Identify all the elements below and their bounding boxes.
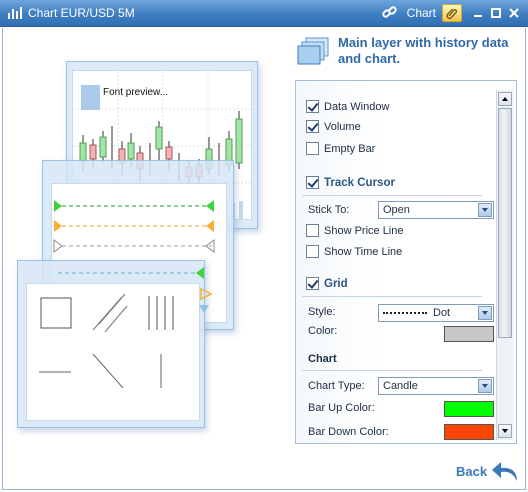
bar-up-color-label: Bar Up Color: xyxy=(308,402,375,414)
dot-line-sample xyxy=(383,312,427,315)
chevron-down-icon[interactable] xyxy=(478,379,492,393)
paperclip-icon[interactable] xyxy=(442,4,462,22)
show-price-line-label: Show Price Line xyxy=(324,224,404,237)
style-select[interactable]: Dot xyxy=(378,304,494,322)
stick-to-value: Open xyxy=(383,204,410,216)
link-icon[interactable] xyxy=(381,4,399,22)
orange-arrow-marker xyxy=(200,288,213,300)
grid-divider xyxy=(302,296,482,297)
scroll-down-button[interactable] xyxy=(498,424,512,438)
title-bar: Chart EUR/USD 5M Chart xyxy=(0,0,528,27)
empty-bar-checkbox[interactable] xyxy=(306,142,319,155)
track-cursor-divider xyxy=(302,195,482,196)
window-title: Chart EUR/USD 5M xyxy=(28,6,135,20)
grid-color-swatch[interactable] xyxy=(444,326,494,342)
title-mode-label[interactable]: Chart xyxy=(407,6,436,20)
minimize-icon[interactable] xyxy=(470,5,486,21)
drawing-tools-preview xyxy=(39,293,174,389)
show-time-line-label: Show Time Line xyxy=(324,245,403,258)
show-price-line-checkbox[interactable] xyxy=(306,224,319,237)
font-color-swatch xyxy=(81,85,100,110)
chart-type-select[interactable]: Candle xyxy=(378,377,494,395)
back-arrow-icon xyxy=(492,462,518,481)
bar-down-color-label: Bar Down Color: xyxy=(308,426,389,438)
font-preview-label: Font preview... xyxy=(103,87,169,98)
chart-type-value: Candle xyxy=(383,380,418,392)
show-time-line-option[interactable]: Show Time Line xyxy=(306,245,402,258)
settings-panel: Data Window Volume Empty Bar Track Curso… xyxy=(295,80,517,444)
chart-type-label: Chart Type: xyxy=(308,380,365,392)
volume-option[interactable]: Volume xyxy=(306,120,361,133)
show-time-line-checkbox[interactable] xyxy=(306,245,319,258)
stick-to-select[interactable]: Open xyxy=(378,201,494,219)
close-icon[interactable] xyxy=(506,5,522,21)
header-title: Main layer with history data and chart. xyxy=(338,35,509,66)
track-cursor-label: Track Cursor xyxy=(324,176,395,189)
chart-divider xyxy=(302,370,482,371)
data-window-label: Data Window xyxy=(324,100,390,113)
track-cursor-option[interactable]: Track Cursor xyxy=(306,176,395,189)
grid-color-label: Color: xyxy=(308,325,338,337)
track-cursor-checkbox[interactable] xyxy=(306,176,319,189)
chevron-down-icon[interactable] xyxy=(478,203,492,217)
bar-up-color-swatch[interactable] xyxy=(444,401,494,417)
grid-option[interactable]: Grid xyxy=(306,277,348,290)
blue-arrow-marker xyxy=(199,305,209,313)
data-window-option[interactable]: Data Window xyxy=(306,100,389,113)
data-window-checkbox[interactable] xyxy=(306,100,319,113)
scroll-thumb[interactable] xyxy=(498,108,512,338)
empty-bar-option[interactable]: Empty Bar xyxy=(306,142,375,155)
layers-icon xyxy=(297,37,329,65)
empty-bar-label: Empty Bar xyxy=(324,142,376,155)
chevron-down-icon[interactable] xyxy=(478,306,492,320)
grid-checkbox[interactable] xyxy=(306,277,319,290)
tools-preview-canvas xyxy=(26,283,200,421)
chart-section-title: Chart xyxy=(308,353,337,365)
tools-layer-preview xyxy=(17,260,205,428)
style-value: Dot xyxy=(433,307,451,319)
volume-checkbox[interactable] xyxy=(306,120,319,133)
back-button[interactable]: Back xyxy=(456,460,519,482)
stick-to-label: Stick To: xyxy=(308,204,350,216)
bar-down-color-swatch[interactable] xyxy=(444,424,494,440)
back-label: Back xyxy=(456,463,488,479)
show-price-line-option[interactable]: Show Price Line xyxy=(306,224,404,237)
volume-label: Volume xyxy=(324,120,361,133)
scroll-up-button[interactable] xyxy=(498,92,512,106)
app-chart-icon xyxy=(8,7,22,19)
settings-scrollbar[interactable] xyxy=(496,90,513,440)
grid-label: Grid xyxy=(324,277,348,290)
style-label: Style: xyxy=(308,306,336,318)
maximize-icon[interactable] xyxy=(488,5,504,21)
